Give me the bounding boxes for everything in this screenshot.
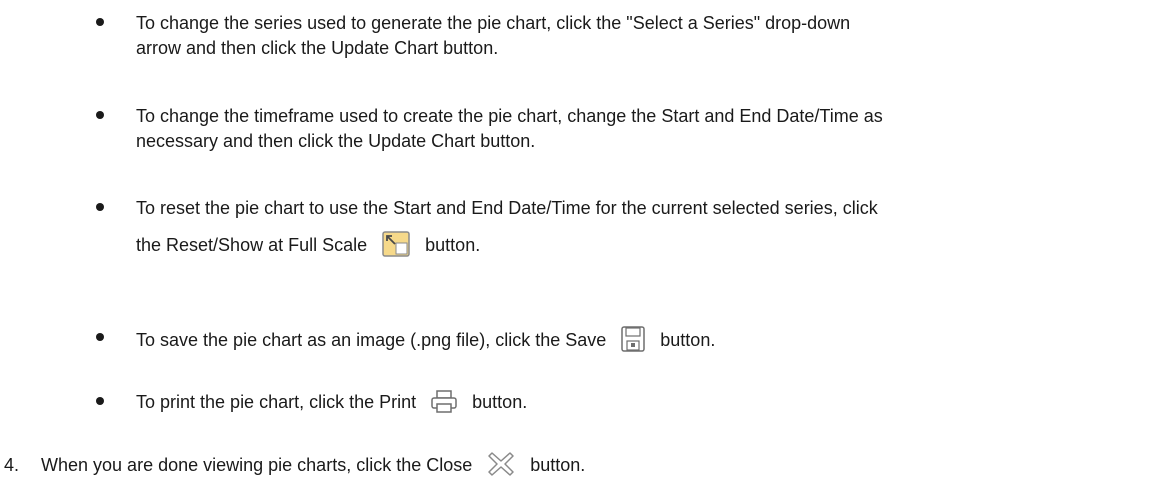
document-page: To change the series used to generate th… xyxy=(0,0,1161,485)
bullet-dot xyxy=(96,18,104,26)
bullet-dot xyxy=(96,111,104,119)
save-icon xyxy=(621,326,646,359)
bullet-text: To save the pie chart as an image (.png … xyxy=(136,326,1136,359)
bullet-dot xyxy=(96,203,104,211)
text-segment: the Reset/Show at Full Scale xyxy=(136,235,368,255)
text-line-with-icon: the Reset/Show at Full Scale button. xyxy=(136,231,1136,264)
text-line: necessary and then click the Update Char… xyxy=(136,131,536,151)
text-segment: button. xyxy=(425,235,481,255)
step-number: 4. xyxy=(4,455,20,475)
text-line: arrow and then click the Update Chart bu… xyxy=(136,38,499,58)
bullet-text: To change the timeframe used to create t… xyxy=(136,104,1136,154)
text-segment: To save the pie chart as an image (.png … xyxy=(136,330,607,350)
bullet-text: To reset the pie chart to use the Start … xyxy=(136,196,1136,264)
reset-full-scale-icon xyxy=(382,231,410,264)
text-segment: button. xyxy=(660,330,716,350)
bullet-text: To print the pie chart, click the Print … xyxy=(136,390,1136,421)
text-segment: When you are done viewing pie charts, cl… xyxy=(41,455,473,475)
bullet-dot xyxy=(96,397,104,405)
text-line: To change the timeframe used to create t… xyxy=(136,106,883,126)
text-line: To reset the pie chart to use the Start … xyxy=(136,198,878,218)
text-segment: To print the pie chart, click the Print xyxy=(136,392,417,412)
print-icon xyxy=(431,390,457,421)
bullet-text: To change the series used to generate th… xyxy=(136,11,1136,61)
text-segment: button. xyxy=(530,455,586,475)
text-line: To change the series used to generate th… xyxy=(136,13,851,33)
bullet-dot xyxy=(96,333,104,341)
text-segment: button. xyxy=(472,392,528,412)
step-4-close: 4. When you are done viewing pie charts,… xyxy=(4,451,1154,484)
close-icon xyxy=(487,451,515,484)
